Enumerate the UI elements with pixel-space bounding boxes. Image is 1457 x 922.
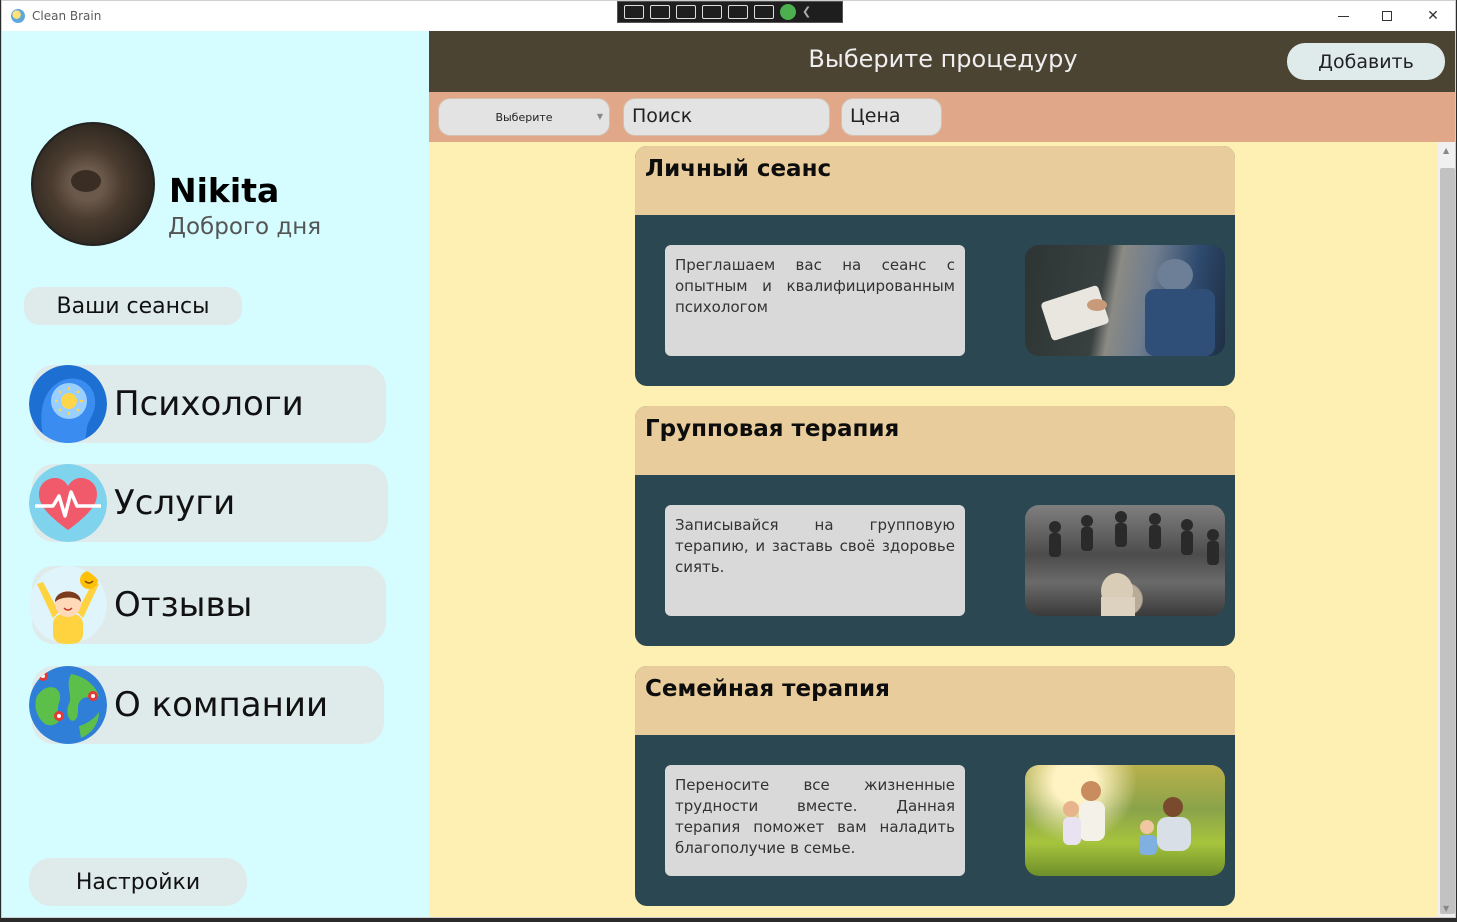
scroll-down-icon[interactable]: ▼ <box>1443 904 1449 913</box>
your-sessions-button[interactable]: Ваши сеансы <box>24 287 242 325</box>
search-input[interactable]: Поиск <box>623 98 830 136</box>
minimize-button[interactable] <box>1320 1 1366 31</box>
close-icon: ✕ <box>1427 8 1439 24</box>
main-content: Выберите процедуру Добавить Выберите ▼ П… <box>429 31 1455 917</box>
live-tree-icon[interactable] <box>624 5 644 19</box>
card-description: Преглашаем вас на сеанс с опытным и квал… <box>665 245 965 356</box>
collapse-toolbar-icon[interactable]: ❮ <box>802 5 812 19</box>
chevron-down-icon: ▼ <box>596 112 603 121</box>
user-name: Nikita <box>169 171 280 210</box>
nav-item-about[interactable]: О компании <box>29 666 384 744</box>
maximize-button[interactable] <box>1364 1 1410 31</box>
maximize-icon <box>1382 11 1392 21</box>
title-bar: Clean Brain ❮ ✕ <box>2 1 1455 31</box>
card-title: Личный сеанс <box>645 156 832 182</box>
nav-item-psychologists[interactable]: Психологи <box>29 365 386 443</box>
record-icon[interactable] <box>650 5 670 19</box>
card-title: Групповая терапия <box>645 416 900 442</box>
app-window: Clean Brain ❮ ✕ Nikita Доброго дня Ваши … <box>1 0 1456 918</box>
happy-person-icon <box>29 566 107 644</box>
minimize-icon <box>1337 15 1349 17</box>
card-header: Семейная терапия <box>635 666 1235 735</box>
nav-label-reviews: Отзывы <box>114 585 253 625</box>
family-photo <box>1025 765 1225 876</box>
sidebar: Nikita Доброго дня Ваши сеансы Психологи… <box>2 31 429 917</box>
vertical-scrollbar[interactable]: ▲ ▼ <box>1438 142 1455 917</box>
category-select-value: Выберите <box>495 110 553 124</box>
add-button[interactable]: Добавить <box>1287 43 1445 80</box>
therapy-session-photo <box>1025 245 1225 356</box>
app-logo-icon <box>11 9 25 23</box>
greeting-text: Доброго дня <box>168 214 322 240</box>
heart-pulse-icon <box>29 464 107 542</box>
nav-item-reviews[interactable]: Отзывы <box>29 566 386 644</box>
settings-button[interactable]: Настройки <box>29 858 247 906</box>
select-element-icon[interactable] <box>676 5 696 19</box>
status-ok-icon <box>780 4 796 20</box>
nav-label-services: Услуги <box>114 483 236 523</box>
card-title: Семейная терапия <box>645 676 890 702</box>
brain-icon <box>29 365 107 443</box>
card-description: Переносите все жизненные трудности вмест… <box>665 765 965 876</box>
procedure-card[interactable]: Личный сеанс Преглашаем вас на сеанс с о… <box>635 146 1235 386</box>
avatar[interactable] <box>31 122 155 246</box>
group-therapy-photo <box>1025 505 1225 616</box>
card-header: Групповая терапия <box>635 406 1235 475</box>
nav-label-psychologists: Психологи <box>114 384 304 424</box>
scroll-up-icon[interactable]: ▲ <box>1443 146 1449 155</box>
debug-toolbar: ❮ <box>617 1 843 23</box>
header-bar: Выберите процедуру Добавить <box>429 31 1455 92</box>
globe-pins-icon <box>29 666 107 744</box>
close-button[interactable]: ✕ <box>1410 1 1455 31</box>
card-header: Личный сеанс <box>635 146 1235 215</box>
procedure-card[interactable]: Групповая терапия Записывайся на группов… <box>635 406 1235 646</box>
nav-label-about: О компании <box>114 685 329 725</box>
card-description: Записывайся на групповую терапию, и заст… <box>665 505 965 616</box>
track-focus-icon[interactable] <box>728 5 748 19</box>
hot-reload-icon[interactable] <box>754 5 774 19</box>
nav-item-services[interactable]: Услуги <box>29 464 388 542</box>
window-title: Clean Brain <box>32 9 102 23</box>
procedure-card[interactable]: Семейная терапия Переносите все жизненны… <box>635 666 1235 906</box>
price-input[interactable]: Цена <box>841 98 942 136</box>
layout-adorner-icon[interactable] <box>702 5 722 19</box>
filter-bar: Выберите ▼ Поиск Цена <box>429 92 1455 142</box>
scroll-thumb[interactable] <box>1440 168 1455 914</box>
category-select[interactable]: Выберите ▼ <box>438 98 610 136</box>
